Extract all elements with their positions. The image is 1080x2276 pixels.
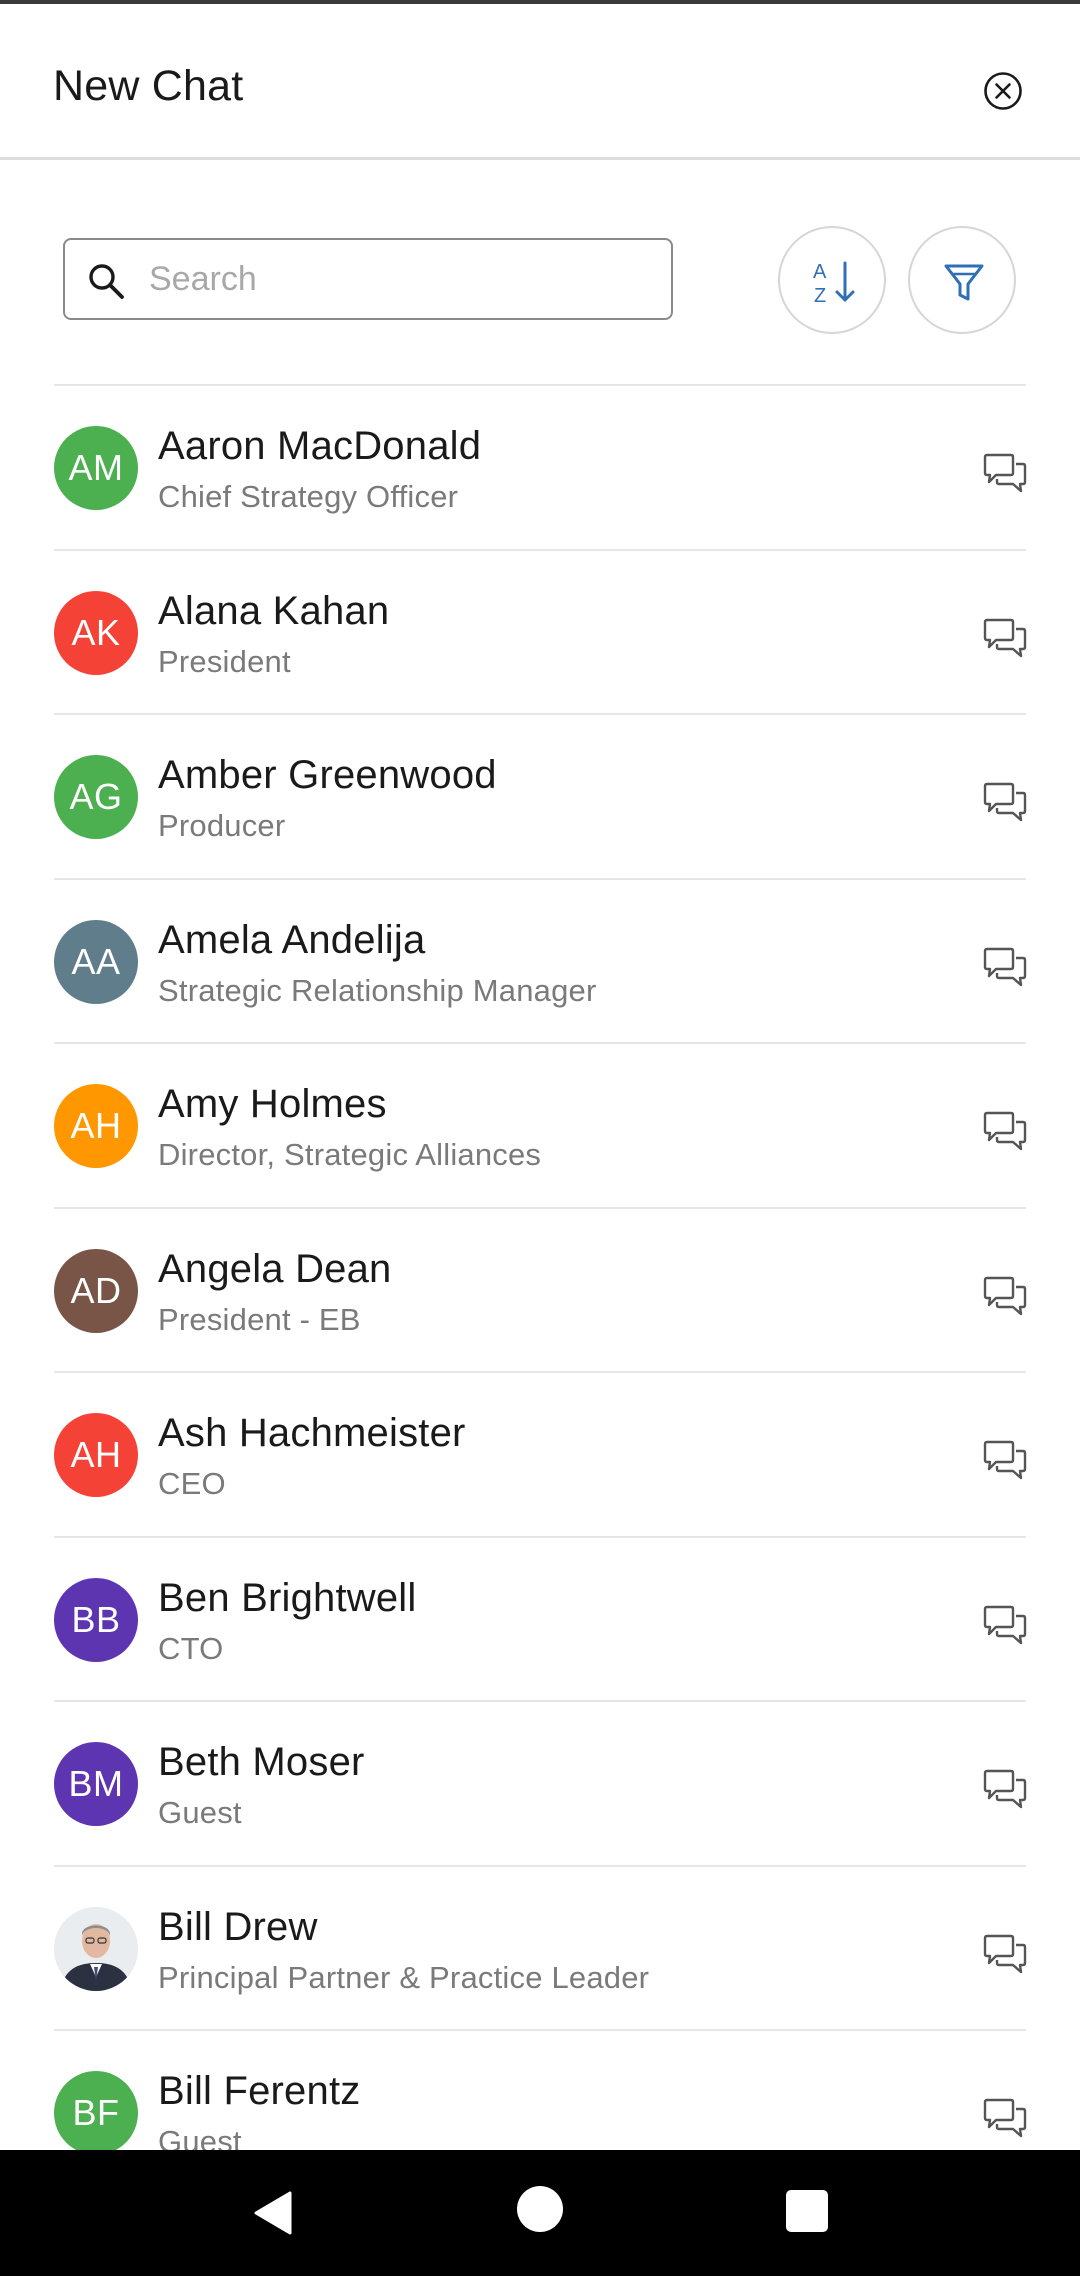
- contact-name: Amy Holmes: [158, 1082, 387, 1126]
- avatar: BF: [54, 2071, 138, 2150]
- avatar: AD: [54, 1248, 138, 1333]
- contact-name: Bill Drew: [158, 1904, 318, 1949]
- filter-button[interactable]: [908, 226, 1016, 334]
- chat-bubbles-icon: [983, 1605, 1027, 1644]
- contact-row[interactable]: BM Beth Moser Guest: [54, 1700, 1028, 1865]
- avatar: AM: [54, 426, 138, 510]
- start-chat-button[interactable]: [982, 781, 1028, 825]
- app-header: New Chat: [0, 4, 1080, 160]
- contact-role: CEO: [158, 1466, 226, 1501]
- system-navigation-bar: [0, 2150, 1080, 2276]
- start-chat-button[interactable]: [982, 1275, 1028, 1319]
- contact-name: Alana Kahan: [158, 588, 390, 633]
- start-chat-button[interactable]: [982, 452, 1028, 496]
- contact-row[interactable]: AA Amela Andelija Strategic Relationship M…: [54, 877, 1028, 1043]
- avatar: BM: [54, 1742, 138, 1826]
- avatar: AK: [54, 590, 138, 675]
- start-chat-button[interactable]: [982, 1439, 1028, 1483]
- start-chat-button[interactable]: [982, 1933, 1028, 1977]
- contact-role: Guest: [158, 2124, 242, 2150]
- contact-role: Principal Partner & Practice Leader: [158, 1959, 650, 1995]
- start-chat-button[interactable]: [982, 1110, 1028, 1154]
- contact-row[interactable]: Bill Drew Principal Partner & Practice Le…: [54, 1864, 1028, 2030]
- back-triangle-icon: [254, 2191, 292, 2235]
- person-photo-icon: [54, 1906, 138, 1991]
- search-field[interactable]: [63, 238, 673, 320]
- start-chat-button[interactable]: [982, 946, 1028, 990]
- contact-name: Aaron MacDonald: [158, 424, 482, 468]
- contact-role: Director, Strategic Alliances: [158, 1137, 542, 1172]
- svg-text:A: A: [813, 261, 827, 283]
- sort-button[interactable]: A Z: [778, 226, 886, 334]
- contact-name: Bill Ferentz: [158, 2069, 361, 2113]
- chat-bubbles-icon: [983, 1769, 1027, 1809]
- contact-name: Amber Greenwood: [158, 753, 497, 797]
- contact-role: Chief Strategy Officer: [158, 479, 459, 514]
- contact-row[interactable]: AH Ash Hachmeister CEO: [54, 1371, 1028, 1536]
- contact-role: President: [158, 643, 291, 679]
- recents-button[interactable]: [786, 2190, 828, 2232]
- contact-name: Angela Dean: [158, 1246, 392, 1291]
- chat-bubbles-icon: [983, 1934, 1027, 1973]
- chat-bubbles-icon: [983, 1440, 1027, 1480]
- start-chat-button[interactable]: [982, 617, 1028, 661]
- search-input[interactable]: [149, 240, 649, 318]
- close-circle-icon: [984, 72, 1022, 110]
- contact-role: President - EB: [158, 1301, 361, 1337]
- contact-role: Producer: [158, 808, 286, 843]
- contact-row[interactable]: AK Alana Kahan President: [54, 548, 1028, 714]
- sort-az-icon: A Z: [813, 261, 855, 307]
- avatar: AH: [54, 1413, 138, 1497]
- contact-name: Beth Moser: [158, 1740, 365, 1784]
- avatar: AA: [54, 919, 138, 1004]
- chat-bubbles-icon: [983, 782, 1027, 822]
- start-chat-button[interactable]: [982, 1604, 1028, 1648]
- contact-row[interactable]: AG Amber Greenwood Producer: [54, 713, 1028, 878]
- contact-row[interactable]: AM Aaron MacDonald Chief Strategy Officer: [54, 384, 1028, 549]
- contact-role: CTO: [158, 1630, 224, 1666]
- contact-list[interactable]: AM Aaron MacDonald Chief Strategy Officer A…: [0, 384, 1080, 2150]
- contact-role: Strategic Relationship Manager: [158, 972, 597, 1008]
- contact-row[interactable]: BF Bill Ferentz Guest: [54, 2029, 1028, 2150]
- chat-bubbles-icon: [983, 2098, 1027, 2138]
- contact-name: Amela Andelija: [158, 917, 426, 962]
- start-chat-button[interactable]: [982, 1768, 1028, 1812]
- contact-role: Guest: [158, 1795, 242, 1830]
- filter-icon: [944, 264, 984, 301]
- avatar: AG: [54, 755, 138, 839]
- avatar: AH: [54, 1084, 138, 1168]
- contact-name: Ben Brightwell: [158, 1575, 417, 1620]
- contact-name: Ash Hachmeister: [158, 1411, 466, 1455]
- svg-text:Z: Z: [814, 285, 826, 307]
- chat-bubbles-icon: [983, 1111, 1027, 1151]
- close-button[interactable]: [982, 70, 1024, 112]
- search-icon: [85, 260, 127, 302]
- chat-bubbles-icon: [983, 1276, 1027, 1315]
- page-title: New Chat: [53, 62, 244, 110]
- chat-bubbles-icon: [983, 947, 1027, 986]
- back-button[interactable]: [248, 2186, 302, 2240]
- start-chat-button[interactable]: [982, 2097, 1028, 2141]
- chat-bubbles-icon: [983, 618, 1027, 657]
- contact-row[interactable]: BB Ben Brightwell CTO: [54, 1535, 1028, 1701]
- contact-row[interactable]: AH Amy Holmes Director, Strategic Alliance…: [54, 1042, 1028, 1207]
- avatar: BB: [54, 1577, 138, 1662]
- contact-row[interactable]: AD Angela Dean President - EB: [54, 1206, 1028, 1372]
- home-button[interactable]: [517, 2186, 563, 2232]
- avatar-photo: [54, 1906, 138, 1991]
- chat-bubbles-icon: [983, 453, 1027, 493]
